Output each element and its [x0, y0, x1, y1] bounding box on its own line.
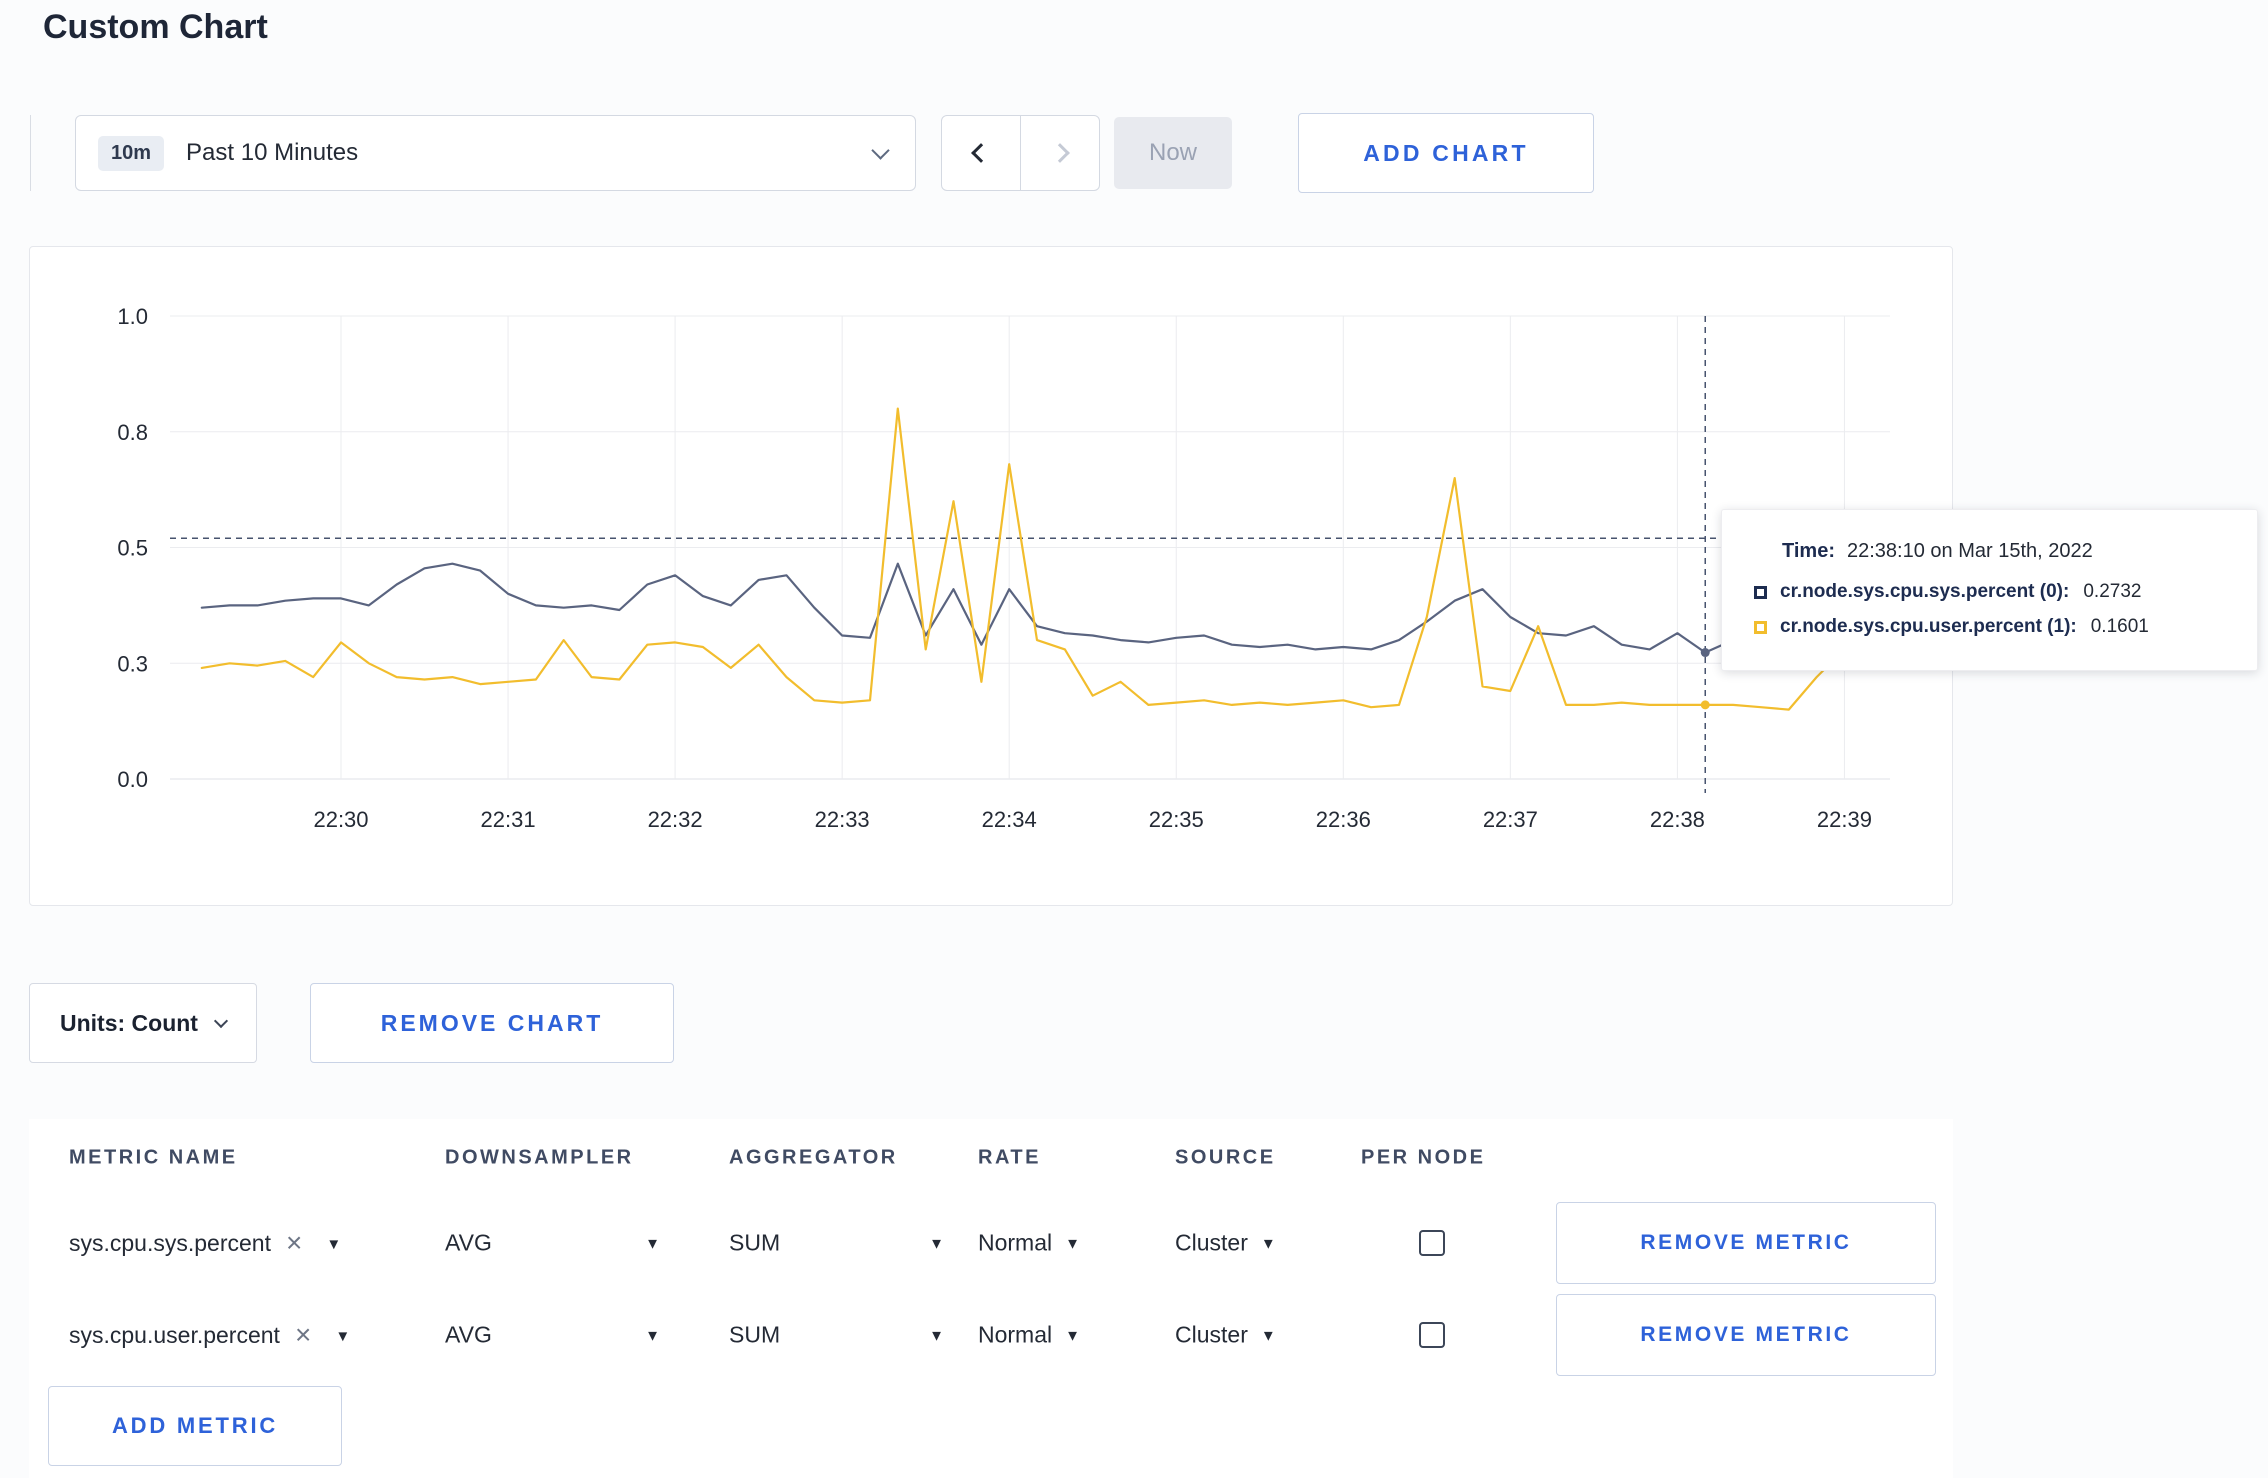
metrics-table: METRIC NAME DOWNSAMPLER AGGREGATOR RATE …: [29, 1119, 1953, 1478]
source-select[interactable]: Cluster ▼: [1175, 1230, 1276, 1257]
units-select[interactable]: Units: Count: [29, 983, 257, 1063]
x-axis-label: 22:34: [982, 807, 1037, 832]
x-axis-label: 22:30: [313, 807, 368, 832]
add-chart-button[interactable]: ADD CHART: [1298, 113, 1594, 193]
custom-chart-page: Custom Chart 10m Past 10 Minutes Now ADD…: [0, 0, 2268, 1478]
aggregator-select[interactable]: SUM ▼: [729, 1322, 944, 1349]
aggregator-value: SUM: [729, 1229, 781, 1256]
table-row: sys.cpu.user.percent × ▼ AVG ▼ SUM ▼ Nor…: [29, 1289, 1953, 1381]
y-axis-label: 0.5: [117, 536, 148, 561]
aggregator-value: SUM: [729, 1321, 781, 1348]
remove-x-icon[interactable]: ×: [295, 1321, 311, 1349]
rate-select[interactable]: Normal ▼: [978, 1322, 1080, 1349]
downsampler-value: AVG: [445, 1229, 492, 1256]
tooltip-series-value: 0.1601: [2090, 616, 2149, 637]
metric-name-select[interactable]: sys.cpu.user.percent × ▼: [69, 1321, 350, 1349]
time-range-select[interactable]: 10m Past 10 Minutes: [75, 115, 916, 191]
y-axis-label: 0.3: [117, 651, 148, 676]
caret-down-icon: ▼: [1260, 1327, 1276, 1345]
tooltip-series-name: cr.node.sys.cpu.sys.percent (0):: [1780, 581, 2070, 602]
header-per-node: PER NODE: [1361, 1146, 1486, 1169]
caret-down-icon: ▼: [645, 1235, 660, 1253]
chart-tooltip: Time: 22:38:10 on Mar 15th, 2022 cr.node…: [1721, 509, 2258, 671]
tooltip-series-row: cr.node.sys.cpu.user.percent (1): 0.1601: [1754, 616, 2227, 638]
rate-value: Normal: [978, 1229, 1053, 1256]
series-swatch-icon: [1754, 620, 1767, 634]
caret-down-icon: ▼: [326, 1235, 342, 1253]
aggregator-select[interactable]: SUM ▼: [729, 1230, 944, 1257]
x-axis-label: 22:32: [648, 807, 703, 832]
hover-point: [1700, 700, 1710, 710]
source-value: Cluster: [1175, 1229, 1248, 1256]
chevron-right-icon: [1050, 143, 1070, 163]
source-select[interactable]: Cluster ▼: [1175, 1322, 1276, 1349]
caret-down-icon: ▼: [929, 1327, 944, 1345]
add-metric-button[interactable]: ADD METRIC: [48, 1386, 342, 1466]
chevron-left-icon: [971, 143, 991, 163]
time-forward-button[interactable]: [1020, 115, 1100, 191]
header-metric-name: METRIC NAME: [69, 1146, 238, 1169]
header-aggregator: AGGREGATOR: [729, 1146, 898, 1169]
metrics-table-header: METRIC NAME DOWNSAMPLER AGGREGATOR RATE …: [29, 1119, 1953, 1197]
header-source: SOURCE: [1175, 1146, 1276, 1169]
units-label: Units: Count: [60, 1009, 198, 1036]
series-line: [200, 407, 1846, 711]
caret-down-icon: ▼: [1260, 1235, 1276, 1253]
chart-card: 0.0 0.3 0.5 0.8 1.0 22:30 22:31 22:32 22:33 22:34…: [29, 246, 1953, 906]
y-axis-label: 1.0: [117, 304, 148, 329]
per-node-checkbox[interactable]: [1419, 1230, 1445, 1256]
header-downsampler: DOWNSAMPLER: [445, 1146, 634, 1169]
x-axis-label: 22:39: [1817, 807, 1872, 832]
tooltip-series-value: 0.2732: [2083, 581, 2142, 602]
series-line: [200, 562, 1846, 654]
now-button[interactable]: Now: [1114, 117, 1232, 189]
downsampler-select[interactable]: AVG ▼: [445, 1322, 660, 1349]
x-axis-label: 22:36: [1316, 807, 1371, 832]
x-axis-label: 22:37: [1483, 807, 1538, 832]
x-axis-label: 22:31: [481, 807, 536, 832]
remove-metric-button[interactable]: REMOVE METRIC: [1556, 1294, 1936, 1376]
y-axis-label: 0.0: [117, 767, 148, 792]
metric-name-value: sys.cpu.sys.percent: [69, 1229, 271, 1256]
table-row: sys.cpu.sys.percent × ▼ AVG ▼ SUM ▼ Norm…: [29, 1197, 1953, 1289]
downsampler-value: AVG: [445, 1321, 492, 1348]
metric-name-value: sys.cpu.user.percent: [69, 1321, 280, 1348]
x-axis-label: 22:33: [815, 807, 870, 832]
remove-metric-button[interactable]: REMOVE METRIC: [1556, 1202, 1936, 1284]
remove-x-icon[interactable]: ×: [286, 1229, 302, 1257]
caret-down-icon: ▼: [1065, 1327, 1080, 1345]
downsampler-select[interactable]: AVG ▼: [445, 1230, 660, 1257]
y-axis-label: 0.8: [117, 420, 148, 445]
rate-value: Normal: [978, 1321, 1053, 1348]
caret-down-icon: ▼: [335, 1327, 351, 1345]
x-axis-label: 22:35: [1149, 807, 1204, 832]
chevron-down-icon: [213, 1013, 229, 1028]
metric-name-select[interactable]: sys.cpu.sys.percent × ▼: [69, 1229, 341, 1257]
x-axis-label: 22:38: [1650, 807, 1705, 832]
caret-down-icon: ▼: [645, 1327, 660, 1345]
chevron-down-icon: [871, 140, 890, 160]
metrics-chart[interactable]: 0.0 0.3 0.5 0.8 1.0 22:30 22:31 22:32 22:33 22:34…: [30, 247, 1954, 907]
hover-point: [1700, 648, 1710, 658]
tooltip-time-row: Time: 22:38:10 on Mar 15th, 2022: [1782, 540, 2227, 563]
rate-select[interactable]: Normal ▼: [978, 1230, 1080, 1257]
toolbar-divider: [30, 115, 31, 191]
tooltip-series-row: cr.node.sys.cpu.sys.percent (0): 0.2732: [1754, 581, 2227, 603]
caret-down-icon: ▼: [929, 1235, 944, 1253]
page-title: Custom Chart: [43, 8, 268, 46]
time-range-badge: 10m: [98, 135, 165, 171]
per-node-checkbox[interactable]: [1419, 1322, 1445, 1348]
series-swatch-icon: [1754, 585, 1767, 599]
source-value: Cluster: [1175, 1321, 1248, 1348]
tooltip-series-name: cr.node.sys.cpu.user.percent (1):: [1780, 616, 2077, 637]
time-back-button[interactable]: [941, 115, 1021, 191]
tooltip-time-value: 22:38:10 on Mar 15th, 2022: [1846, 540, 2093, 562]
tooltip-time-label: Time:: [1782, 540, 1835, 562]
time-range-label: Past 10 Minutes: [186, 139, 359, 166]
remove-chart-button[interactable]: REMOVE CHART: [310, 983, 674, 1063]
header-rate: RATE: [978, 1146, 1041, 1169]
time-nav-group: [941, 115, 1100, 191]
caret-down-icon: ▼: [1065, 1235, 1080, 1253]
